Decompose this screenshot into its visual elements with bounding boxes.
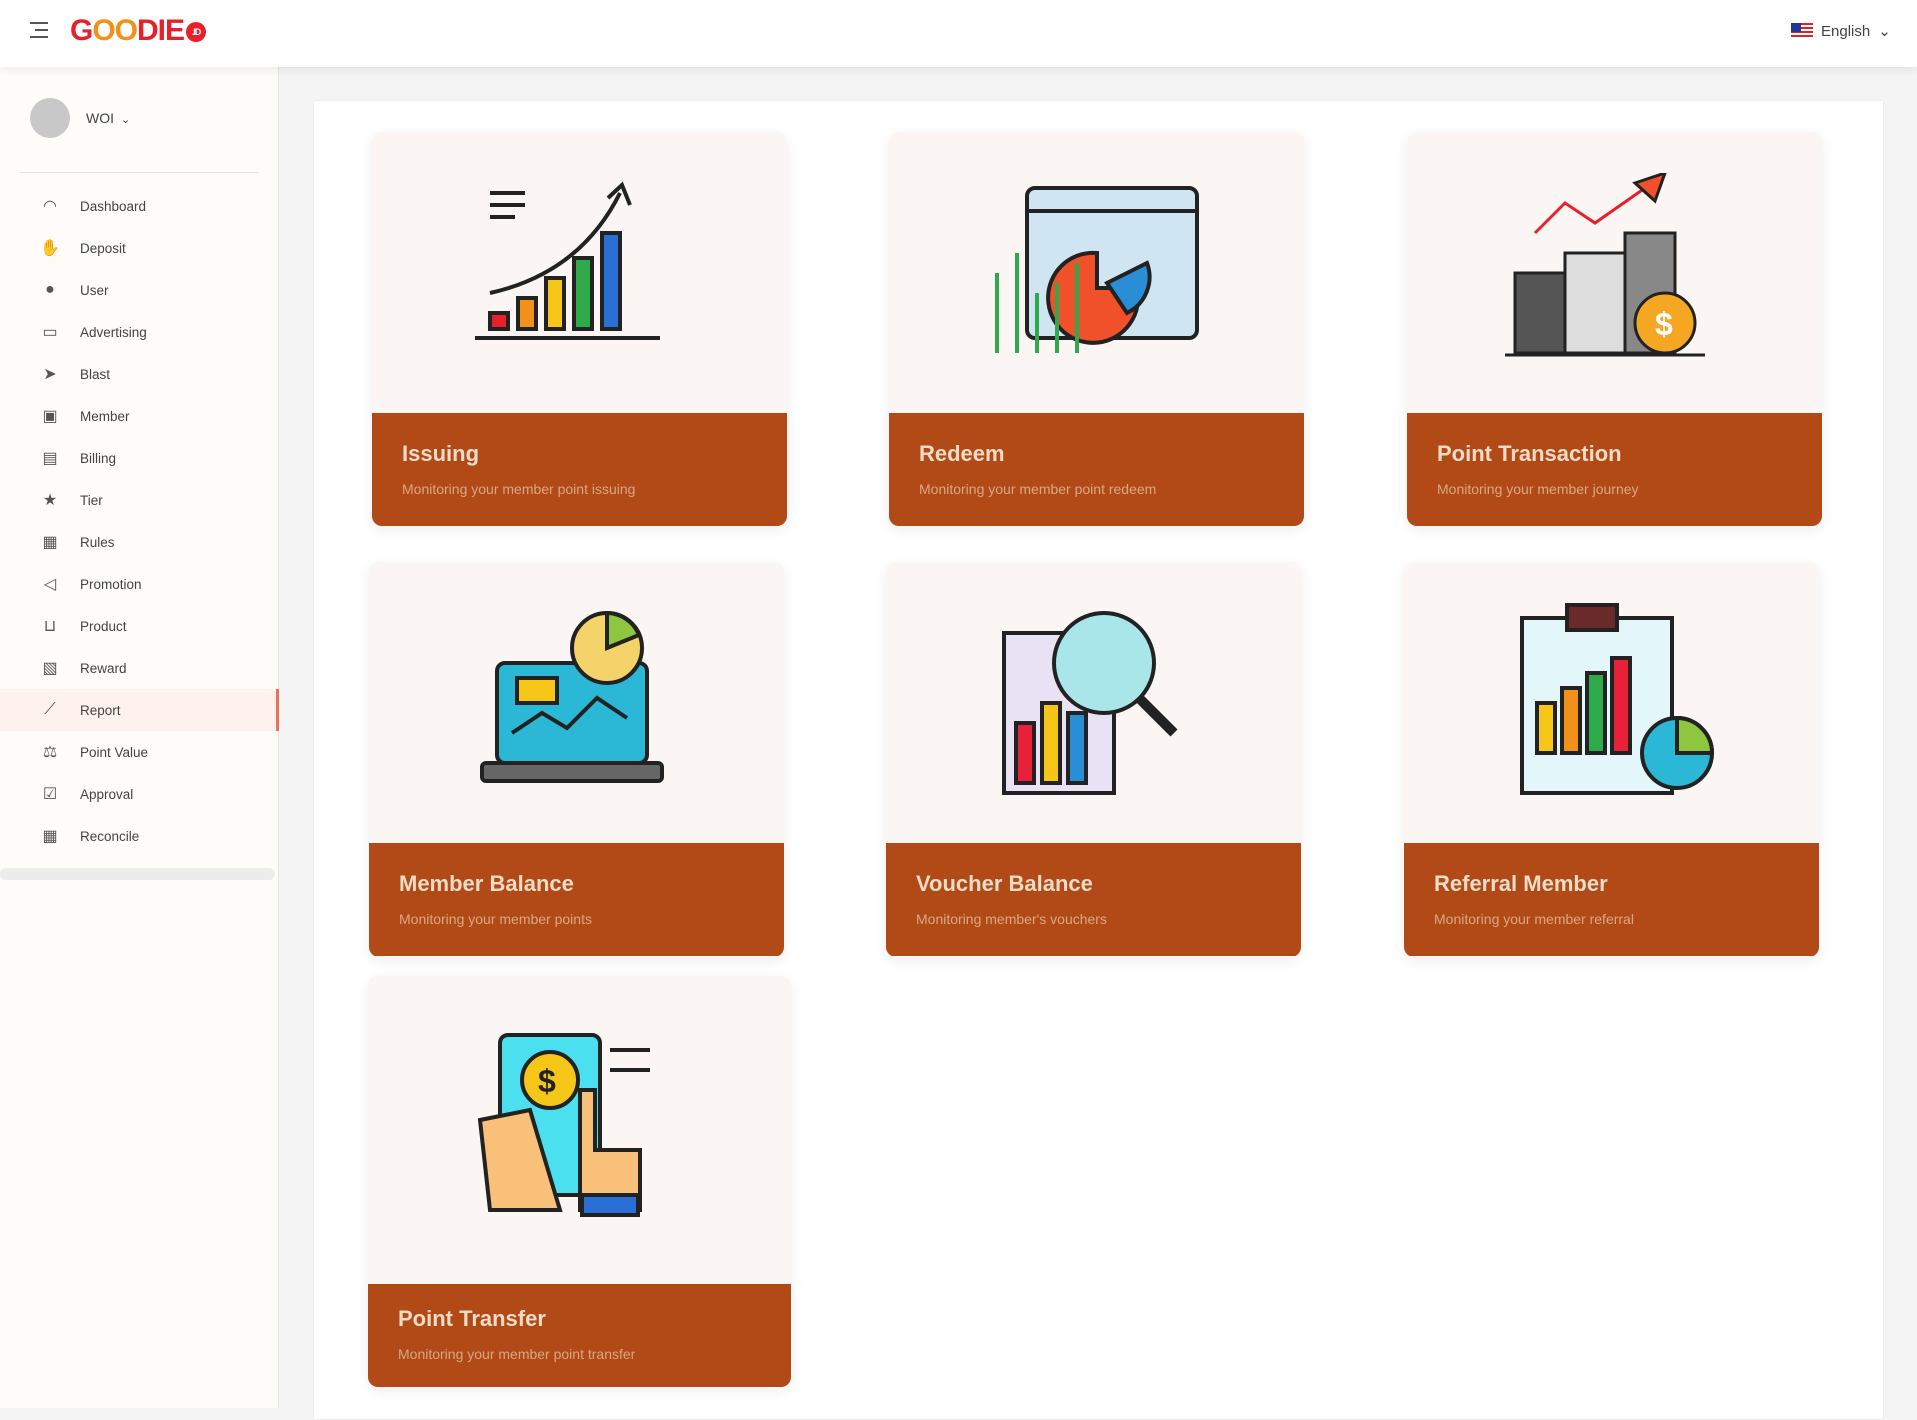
card-title: Voucher Balance	[916, 871, 1093, 896]
card-title: Point Transfer	[398, 1306, 546, 1331]
card-footer: Issuing Monitoring your member point iss…	[372, 413, 787, 526]
menu-toggle-icon[interactable]	[30, 22, 48, 38]
sidebar-item-label: Rules	[80, 534, 115, 550]
gauge-icon: ◠	[43, 198, 57, 215]
calculator-icon: ▦	[42, 828, 58, 845]
card-subtitle: Monitoring member's vouchers	[916, 911, 1107, 927]
report-card-point-transfer[interactable]: $ Point Transfer Monitoring your member …	[368, 976, 791, 1387]
card-footer: Redeem Monitoring your member point rede…	[889, 413, 1304, 526]
card-subtitle: Monitoring your member points	[399, 911, 592, 927]
svg-text:$: $	[1655, 306, 1673, 342]
report-card-voucher-balance[interactable]: Voucher Balance Monitoring member's vouc…	[886, 562, 1301, 957]
goodie-logo[interactable]: GOODIE .ID	[70, 14, 207, 48]
point-value-icon: ⚖	[42, 744, 58, 761]
sidebar-item-label: Billing	[80, 450, 117, 466]
card-subtitle: Monitoring your member point transfer	[398, 1346, 636, 1362]
sidebar-item-label: Approval	[80, 786, 134, 802]
bill-icon: ▤	[42, 450, 58, 467]
money-hand-icon: ✋	[40, 240, 60, 257]
report-card-point-transaction[interactable]: $ Point Transaction Monitoring your memb…	[1407, 132, 1822, 526]
sidebar-item-point-value[interactable]: ⚖ Point Value	[0, 731, 279, 773]
member-card-icon: ▣	[42, 408, 58, 425]
sidebar-item-label: Point Value	[80, 744, 149, 760]
sidebar-item-label: Promotion	[80, 576, 142, 592]
sidebar-item-label: Product	[80, 618, 127, 634]
sidebar-item-label: User	[80, 282, 109, 298]
us-flag-icon	[1791, 23, 1813, 39]
top-header: GOODIE .ID English ⌄	[0, 0, 1917, 67]
card-subtitle: Monitoring your member referral	[1434, 911, 1634, 927]
sidebar-item-reward[interactable]: ▧ Reward	[0, 647, 279, 689]
card-title: Referral Member	[1434, 871, 1608, 896]
card-title: Point Transaction	[1437, 441, 1622, 466]
report-card-issuing[interactable]: Issuing Monitoring your member point iss…	[372, 132, 787, 526]
sidebar-scrollbar[interactable]	[0, 868, 275, 880]
megaphone-icon: ◁	[43, 576, 57, 593]
sidebar-item-member[interactable]: ▣ Member	[0, 395, 279, 437]
sidebar-nav: ◠ Dashboard ✋ Deposit ● User ▭ Advertising ➤ Blas…	[0, 185, 279, 857]
sidebar: WOI ◠ Dashboard ✋ Deposit ● User ▭ Advertising ➤…	[0, 67, 279, 1408]
cart-icon: ⊔	[43, 618, 57, 635]
sidebar-item-label: Reward	[80, 660, 127, 676]
user-name: WOI	[86, 110, 130, 126]
svg-text:$: $	[538, 1063, 556, 1099]
ad-card-icon: ▭	[42, 324, 58, 341]
sidebar-item-rules[interactable]: ▦ Rules	[0, 521, 279, 563]
reward-icon: ▧	[42, 660, 58, 677]
card-title: Redeem	[919, 441, 1005, 466]
card-subtitle: Monitoring your member journey	[1437, 481, 1639, 497]
sidebar-item-billing[interactable]: ▤ Billing	[0, 437, 279, 479]
sidebar-item-blast[interactable]: ➤ Blast	[0, 353, 279, 395]
member-balance-illustration-icon	[369, 562, 784, 843]
card-title: Member Balance	[399, 871, 574, 896]
card-subtitle: Monitoring your member point issuing	[402, 481, 636, 497]
sidebar-item-dashboard[interactable]: ◠ Dashboard	[0, 185, 279, 227]
star-icon: ★	[42, 492, 58, 509]
point-transaction-illustration-icon: $	[1407, 132, 1822, 413]
card-footer: Point Transfer Monitoring your member po…	[368, 1284, 791, 1387]
card-footer: Voucher Balance Monitoring member's vouc…	[886, 843, 1301, 956]
card-title: Issuing	[402, 441, 480, 466]
sidebar-item-label: Dashboard	[80, 198, 147, 214]
sidebar-item-reconcile[interactable]: ▦ Reconcile	[0, 815, 279, 857]
user-menu[interactable]: WOI	[30, 98, 130, 138]
point-transfer-illustration-icon: $	[368, 976, 791, 1284]
sidebar-item-user[interactable]: ● User	[0, 269, 279, 311]
user-icon: ●	[45, 281, 55, 298]
sidebar-item-label: Member	[80, 408, 130, 424]
card-subtitle: Monitoring your member point redeem	[919, 481, 1157, 497]
referral-member-illustration-icon	[1404, 562, 1819, 843]
checkbox-icon: ☑	[42, 786, 58, 803]
sidebar-item-label: Advertising	[80, 324, 147, 340]
sidebar-item-label: Reconcile	[80, 828, 140, 844]
report-card-referral-member[interactable]: Referral Member Monitoring your member r…	[1404, 562, 1819, 957]
voucher-balance-illustration-icon	[886, 562, 1301, 843]
rules-icon: ▦	[42, 534, 58, 551]
sidebar-item-product[interactable]: ⊔ Product	[0, 605, 279, 647]
sidebar-item-report[interactable]: ⟋ Report	[0, 689, 279, 731]
card-footer: Point Transaction Monitoring your member…	[1407, 413, 1822, 526]
sidebar-item-label: Deposit	[80, 240, 126, 256]
sidebar-item-label: Report	[80, 702, 121, 718]
card-footer: Referral Member Monitoring your member r…	[1404, 843, 1819, 956]
sidebar-item-promotion[interactable]: ◁ Promotion	[0, 563, 279, 605]
sidebar-item-tier[interactable]: ★ Tier	[0, 479, 279, 521]
divider	[20, 172, 259, 173]
chevron-down-icon: ⌄	[1878, 23, 1891, 40]
language-label: English	[1821, 22, 1871, 40]
issuing-illustration-icon	[372, 132, 787, 413]
sidebar-item-label: Blast	[80, 366, 111, 382]
sidebar-item-deposit[interactable]: ✋ Deposit	[0, 227, 279, 269]
report-card-member-balance[interactable]: Member Balance Monitoring your member po…	[369, 562, 784, 957]
sidebar-item-label: Tier	[80, 492, 103, 508]
avatar	[30, 98, 70, 138]
sidebar-item-approval[interactable]: ☑ Approval	[0, 773, 279, 815]
report-card-redeem[interactable]: Redeem Monitoring your member point rede…	[889, 132, 1304, 526]
sidebar-item-advertising[interactable]: ▭ Advertising	[0, 311, 279, 353]
line-chart-icon: ⟋	[44, 701, 56, 718]
card-footer: Member Balance Monitoring your member po…	[369, 843, 784, 956]
language-selector[interactable]: English ⌄	[1791, 22, 1891, 40]
paper-plane-icon: ➤	[43, 366, 57, 383]
redeem-illustration-icon	[889, 132, 1304, 413]
